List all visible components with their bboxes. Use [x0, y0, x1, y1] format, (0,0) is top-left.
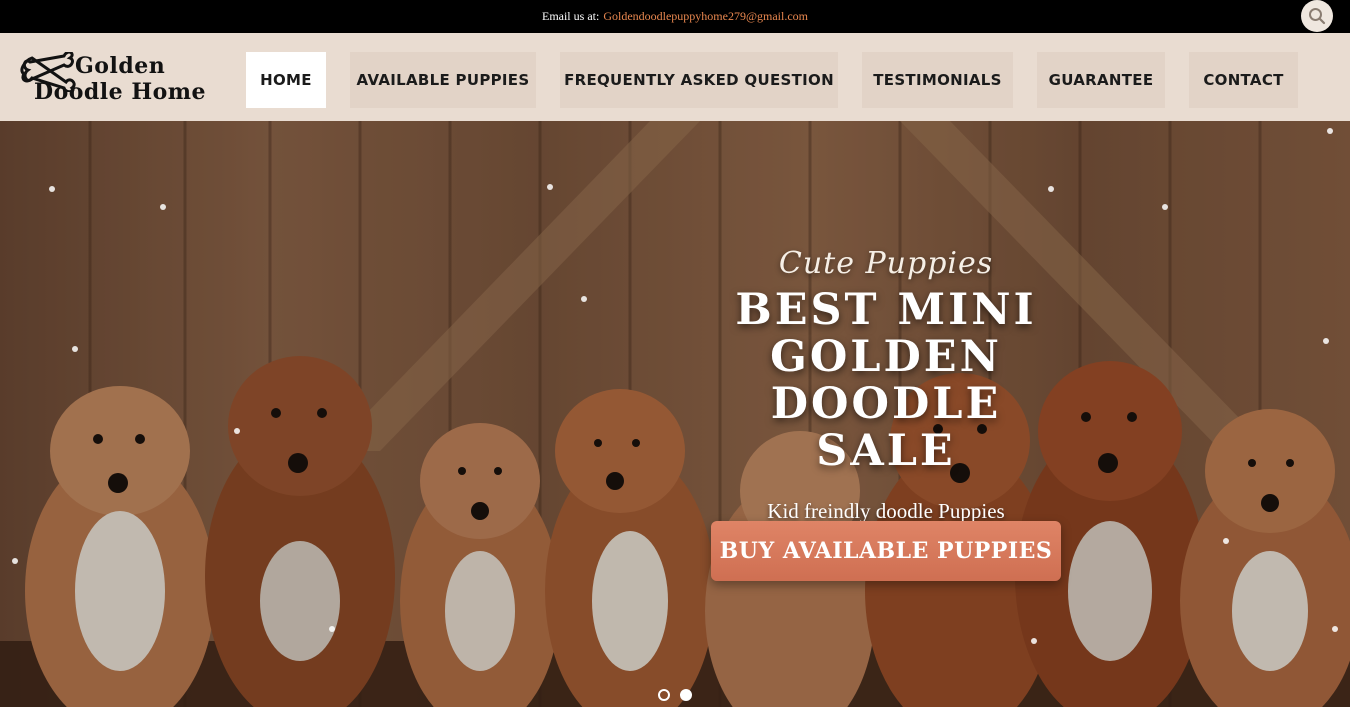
- hero-background-image: [0, 121, 1350, 707]
- email-label: Email us at:: [541, 9, 600, 23]
- nav-testimonials[interactable]: TESTIMONIALS: [862, 52, 1013, 108]
- slider-dot-1[interactable]: [658, 689, 670, 701]
- logo-text-line2: Doodle Home: [34, 79, 207, 105]
- search-button[interactable]: [1301, 0, 1333, 32]
- nav-available-puppies[interactable]: AVAILABLE PUPPIES: [350, 52, 536, 108]
- site-logo[interactable]: Golden Doodle Home: [20, 50, 220, 106]
- slider-dot-2[interactable]: [680, 689, 692, 701]
- email-link[interactable]: Goldendoodlepuppyhome279@gmail.com: [603, 9, 808, 24]
- buy-puppies-button[interactable]: BUY AVAILABLE PUPPIES: [711, 521, 1061, 581]
- logo-text-line1: Golden: [75, 53, 166, 79]
- top-bar: Email us at: Goldendoodlepuppyhome279@gm…: [0, 0, 1350, 33]
- nav-contact[interactable]: CONTACT: [1189, 52, 1298, 108]
- slider-pagination: [0, 689, 1350, 701]
- site-header: Golden Doodle Home HOME AVAILABLE PUPPIE…: [0, 33, 1350, 121]
- search-icon: [1309, 8, 1326, 25]
- hero-slider: Cute Puppies BEST MINI GOLDEN DOODLE SAL…: [0, 121, 1350, 707]
- nav-home[interactable]: HOME: [246, 52, 326, 108]
- hero-text-block: Cute Puppies BEST MINI GOLDEN DOODLE SAL…: [676, 246, 1096, 524]
- nav-guarantee[interactable]: GUARANTEE: [1037, 52, 1165, 108]
- hero-title: BEST MINI GOLDEN DOODLE SALE: [735, 285, 1037, 476]
- hero-kicker: Cute Puppies: [778, 246, 994, 281]
- nav-faq[interactable]: FREQUENTLY ASKED QUESTION: [560, 52, 838, 108]
